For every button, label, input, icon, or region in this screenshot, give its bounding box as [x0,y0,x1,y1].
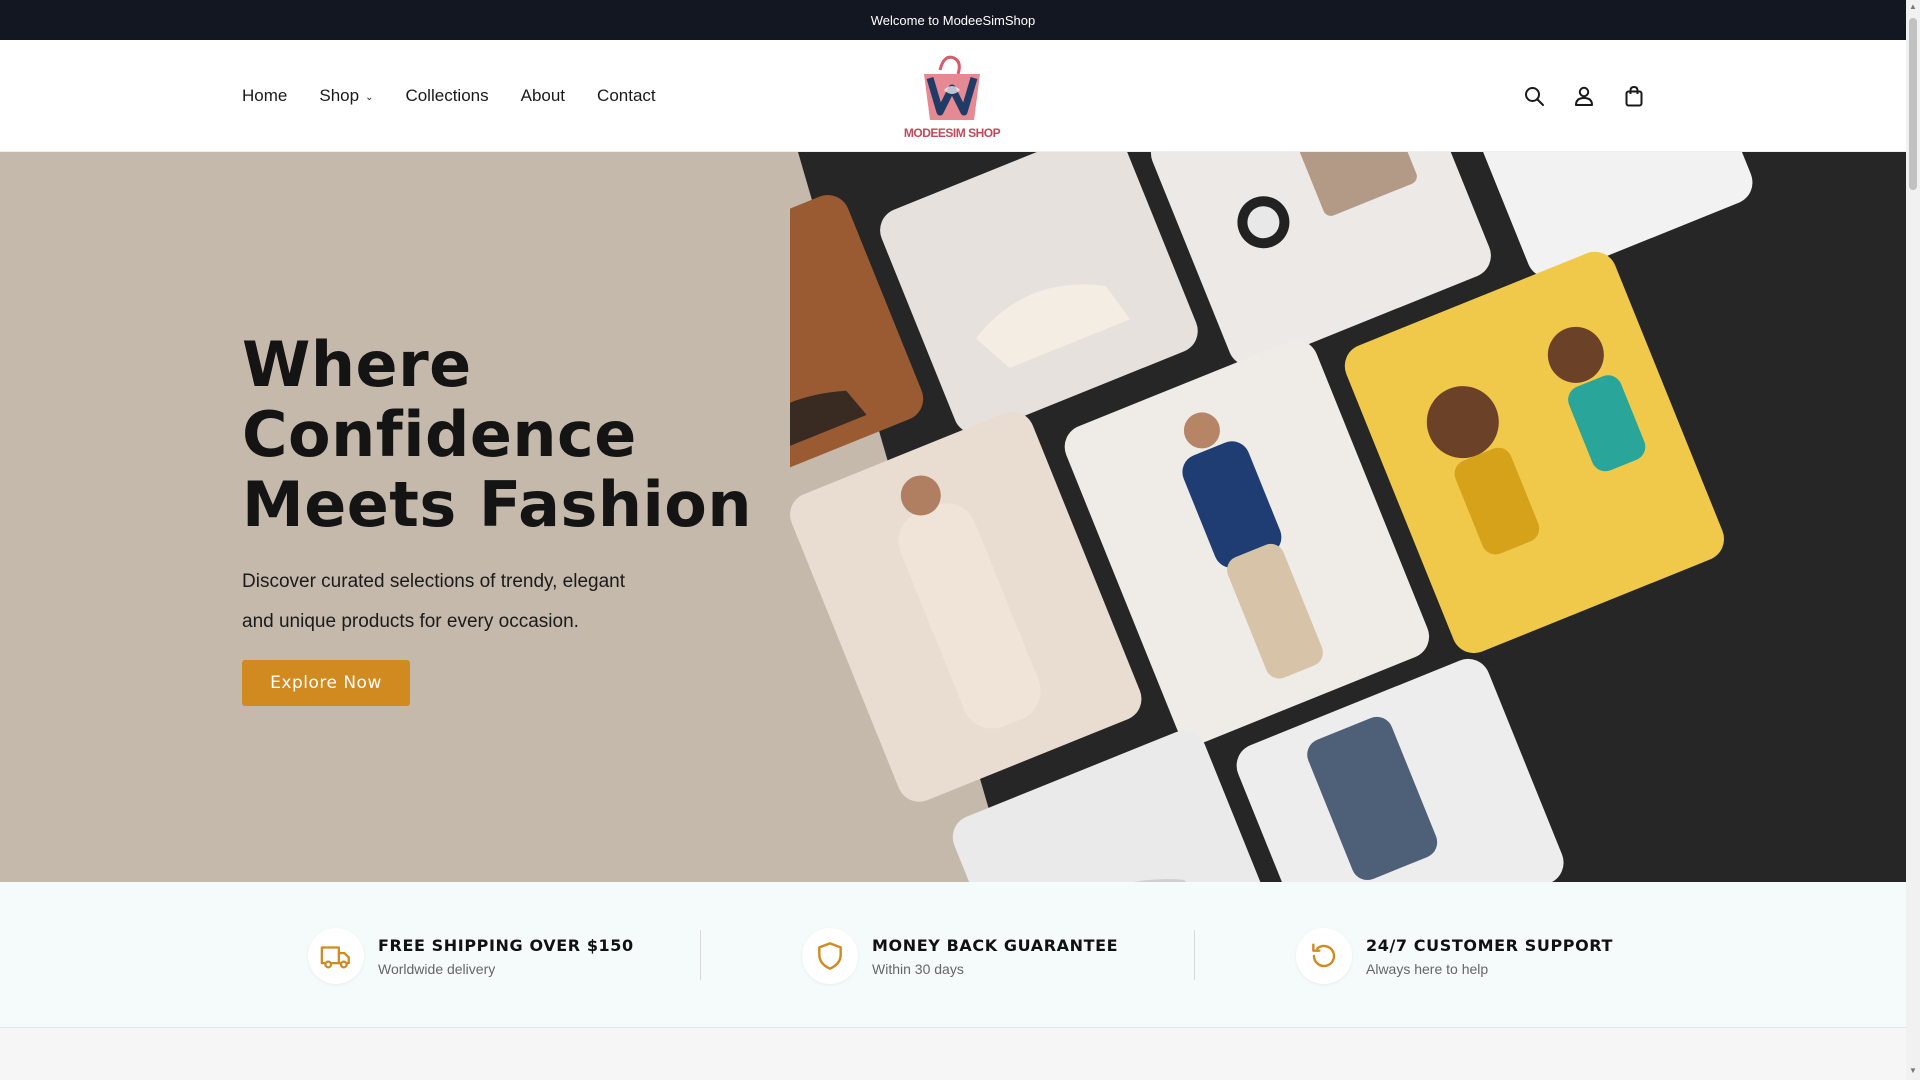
feature-divider [700,930,701,980]
nav-home[interactable]: Home [242,86,287,106]
site-header: Home Shop ⌄ Collections About Contact MO… [0,40,1906,152]
announcement-bar: Welcome to ModeeSimShop [0,0,1906,40]
site-logo[interactable]: MODEESIM SHOP [900,48,1004,144]
feature-icon-wrap [1296,928,1352,984]
feature-icon-wrap [308,928,364,984]
announcement-text: Welcome to ModeeSimShop [870,12,1036,28]
account-icon[interactable] [1572,84,1596,108]
feature-subtitle: Always here to help [1366,960,1489,977]
scroll-up-arrow-icon[interactable]: ▲ [1908,2,1918,11]
hero-subtitle: Discover curated selections of trendy, e… [242,562,662,642]
scrollbar-thumb[interactable] [1909,18,1917,190]
shopping-bag-icon[interactable] [1622,84,1646,108]
nav-about[interactable]: About [521,86,565,106]
hero-title: Where Confidence Meets Fashion [242,330,802,540]
hero-text-block: Where Confidence Meets Fashion Discover … [242,330,802,706]
nav-about-label: About [520,86,566,105]
page-scrollbar[interactable]: ▲ ▼ [1906,0,1920,1080]
header-actions [1522,40,1646,152]
feature-divider [1194,930,1195,980]
features-strip: FREE SHIPPING OVER $150 Worldwide delive… [0,882,1906,1028]
feature-title: MONEY BACK GUARANTEE [872,935,1119,955]
search-icon[interactable] [1522,84,1546,108]
shield-icon [818,942,842,970]
hero-title-line-1: Where [242,328,472,401]
hero-subtitle-line-1: Discover curated selections of trendy, e… [242,571,626,592]
nav-collections[interactable]: Collections [405,86,488,106]
svg-text:MODEESIM SHOP: MODEESIM SHOP [904,126,1001,140]
hero-collage [790,152,1906,882]
feature-text: MONEY BACK GUARANTEE Within 30 days [872,936,1118,977]
hero-section: Where Confidence Meets Fashion Discover … [0,152,1906,882]
feature-money-back: MONEY BACK GUARANTEE Within 30 days [802,928,1118,984]
chevron-down-icon: ⌄ [365,91,374,103]
nav-contact-label: Contact [597,86,656,105]
hero-subtitle-line-2: and unique products for every occasion. [242,611,579,632]
feature-title: FREE SHIPPING OVER $150 [378,935,634,955]
nav-home-label: Home [242,86,288,105]
nav-shop[interactable]: Shop ⌄ [319,86,373,106]
truck-icon [320,946,350,969]
main-nav: Home Shop ⌄ Collections About Contact [242,40,656,152]
logo-mark: MODEESIM SHOP [904,55,1001,140]
refresh-icon [1312,943,1336,968]
next-section [0,1028,1906,1080]
feature-icon-wrap [802,928,858,984]
feature-subtitle: Worldwide delivery [378,960,496,977]
nav-contact[interactable]: Contact [597,86,656,106]
nav-shop-label: Shop [319,86,360,105]
explore-now-button[interactable]: Explore Now [242,660,410,706]
collage-image [790,152,1906,882]
feature-subtitle: Within 30 days [872,960,964,977]
hero-title-line-3: Meets Fashion [242,468,753,541]
feature-title: 24/7 CUSTOMER SUPPORT [1366,935,1614,955]
feature-free-shipping: FREE SHIPPING OVER $150 Worldwide delive… [308,928,634,984]
feature-text: FREE SHIPPING OVER $150 Worldwide delive… [378,936,634,977]
scroll-down-arrow-icon[interactable]: ▼ [1908,1066,1918,1075]
feature-customer-support: 24/7 CUSTOMER SUPPORT Always here to hel… [1296,928,1613,984]
nav-collections-label: Collections [405,86,489,105]
feature-text: 24/7 CUSTOMER SUPPORT Always here to hel… [1366,936,1613,977]
hero-title-line-2: Confidence [242,398,637,471]
